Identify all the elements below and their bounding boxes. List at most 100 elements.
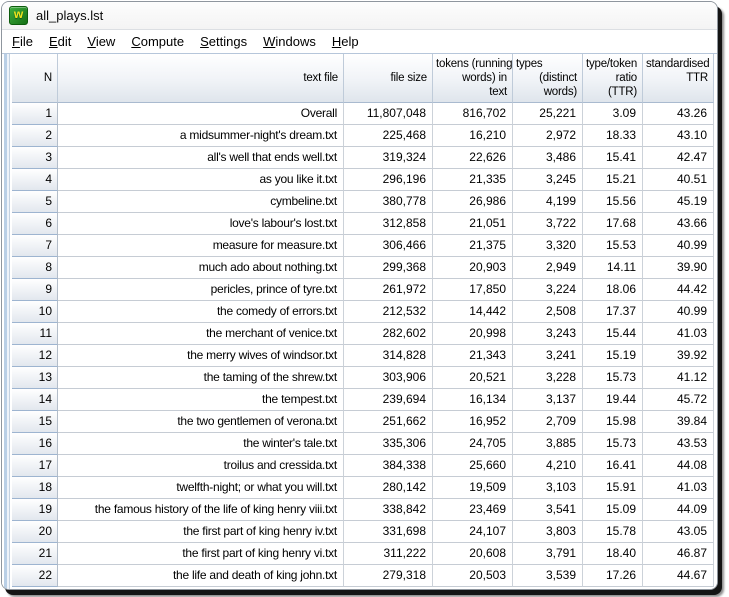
cell-types[interactable]: 3,885: [513, 433, 583, 455]
cell-text_file[interactable]: the first part of king henry vi.txt: [58, 543, 344, 565]
menu-compute[interactable]: Compute: [123, 31, 192, 52]
cell-file_size[interactable]: 335,306: [344, 433, 433, 455]
cell-text_file[interactable]: all's well that ends well.txt: [58, 147, 344, 169]
row-number-cell[interactable]: 9: [12, 279, 58, 301]
row-number-cell[interactable]: 4: [12, 169, 58, 191]
column-header-types[interactable]: types(distinctwords): [513, 54, 583, 103]
column-header-sttr[interactable]: standardisedTTR: [643, 54, 714, 103]
cell-text_file[interactable]: cymbeline.txt: [58, 191, 344, 213]
cell-sttr[interactable]: 39.92: [643, 345, 714, 367]
cell-ttr[interactable]: 15.41: [583, 147, 643, 169]
cell-ttr[interactable]: 19.44: [583, 389, 643, 411]
cell-ttr[interactable]: 16.41: [583, 455, 643, 477]
row-number-cell[interactable]: 1: [12, 103, 58, 125]
cell-ttr[interactable]: 15.53: [583, 235, 643, 257]
cell-types[interactable]: 3,539: [513, 565, 583, 587]
cell-tokens[interactable]: 21,375: [433, 235, 513, 257]
cell-ttr[interactable]: 3.09: [583, 103, 643, 125]
row-number-cell[interactable]: 5: [12, 191, 58, 213]
cell-text_file[interactable]: Overall: [58, 103, 344, 125]
cell-ttr[interactable]: 15.78: [583, 521, 643, 543]
cell-tokens[interactable]: 21,343: [433, 345, 513, 367]
cell-types[interactable]: 3,486: [513, 147, 583, 169]
cell-types[interactable]: 3,722: [513, 213, 583, 235]
cell-types[interactable]: 2,972: [513, 125, 583, 147]
menu-file[interactable]: File: [4, 31, 41, 52]
cell-tokens[interactable]: 26,986: [433, 191, 513, 213]
row-number-cell[interactable]: 7: [12, 235, 58, 257]
cell-types[interactable]: 4,199: [513, 191, 583, 213]
row-number-cell[interactable]: 20: [12, 521, 58, 543]
cell-text_file[interactable]: as you like it.txt: [58, 169, 344, 191]
cell-text_file[interactable]: the two gentlemen of verona.txt: [58, 411, 344, 433]
cell-tokens[interactable]: 25,660: [433, 455, 513, 477]
column-header-text_file[interactable]: text file: [58, 54, 344, 103]
cell-tokens[interactable]: 16,952: [433, 411, 513, 433]
menu-view[interactable]: View: [79, 31, 123, 52]
row-number-cell[interactable]: 16: [12, 433, 58, 455]
cell-text_file[interactable]: the famous history of the life of king h…: [58, 499, 344, 521]
row-number-cell[interactable]: 11: [12, 323, 58, 345]
cell-sttr[interactable]: 46.87: [643, 543, 714, 565]
cell-file_size[interactable]: 312,858: [344, 213, 433, 235]
cell-types[interactable]: 25,221: [513, 103, 583, 125]
column-header-ttr[interactable]: type/tokenratio(TTR): [583, 54, 643, 103]
cell-tokens[interactable]: 17,850: [433, 279, 513, 301]
cell-text_file[interactable]: the first part of king henry iv.txt: [58, 521, 344, 543]
cell-file_size[interactable]: 296,196: [344, 169, 433, 191]
row-number-cell[interactable]: 21: [12, 543, 58, 565]
cell-text_file[interactable]: a midsummer-night's dream.txt: [58, 125, 344, 147]
cell-sttr[interactable]: 44.08: [643, 455, 714, 477]
menu-edit[interactable]: Edit: [41, 31, 79, 52]
cell-file_size[interactable]: 384,338: [344, 455, 433, 477]
cell-file_size[interactable]: 338,842: [344, 499, 433, 521]
cell-types[interactable]: 3,103: [513, 477, 583, 499]
cell-tokens[interactable]: 21,051: [433, 213, 513, 235]
cell-types[interactable]: 3,791: [513, 543, 583, 565]
cell-tokens[interactable]: 21,335: [433, 169, 513, 191]
cell-file_size[interactable]: 239,694: [344, 389, 433, 411]
cell-file_size[interactable]: 306,466: [344, 235, 433, 257]
cell-file_size[interactable]: 303,906: [344, 367, 433, 389]
cell-file_size[interactable]: 251,662: [344, 411, 433, 433]
cell-tokens[interactable]: 24,705: [433, 433, 513, 455]
cell-ttr[interactable]: 15.73: [583, 433, 643, 455]
cell-types[interactable]: 3,245: [513, 169, 583, 191]
column-header-tokens[interactable]: tokens (runningwords) intext: [433, 54, 513, 103]
cell-ttr[interactable]: 15.73: [583, 367, 643, 389]
cell-file_size[interactable]: 319,324: [344, 147, 433, 169]
cell-file_size[interactable]: 299,368: [344, 257, 433, 279]
cell-file_size[interactable]: 314,828: [344, 345, 433, 367]
cell-text_file[interactable]: the merchant of venice.txt: [58, 323, 344, 345]
column-header-n[interactable]: N: [12, 54, 58, 103]
wordsmith-app-icon[interactable]: w: [9, 6, 28, 25]
cell-tokens[interactable]: 20,503: [433, 565, 513, 587]
cell-ttr[interactable]: 18.33: [583, 125, 643, 147]
cell-ttr[interactable]: 15.19: [583, 345, 643, 367]
cell-tokens[interactable]: 19,509: [433, 477, 513, 499]
cell-file_size[interactable]: 261,972: [344, 279, 433, 301]
cell-ttr[interactable]: 17.37: [583, 301, 643, 323]
row-number-cell[interactable]: 13: [12, 367, 58, 389]
cell-text_file[interactable]: much ado about nothing.txt: [58, 257, 344, 279]
cell-text_file[interactable]: the comedy of errors.txt: [58, 301, 344, 323]
row-number-cell[interactable]: 8: [12, 257, 58, 279]
menu-help[interactable]: Help: [324, 31, 367, 52]
row-number-cell[interactable]: 6: [12, 213, 58, 235]
cell-sttr[interactable]: 39.90: [643, 257, 714, 279]
cell-file_size[interactable]: 280,142: [344, 477, 433, 499]
cell-sttr[interactable]: 40.99: [643, 235, 714, 257]
cell-tokens[interactable]: 20,521: [433, 367, 513, 389]
cell-text_file[interactable]: the winter's tale.txt: [58, 433, 344, 455]
cell-sttr[interactable]: 39.84: [643, 411, 714, 433]
cell-tokens[interactable]: 22,626: [433, 147, 513, 169]
cell-file_size[interactable]: 282,602: [344, 323, 433, 345]
cell-tokens[interactable]: 16,134: [433, 389, 513, 411]
cell-types[interactable]: 2,949: [513, 257, 583, 279]
cell-file_size[interactable]: 279,318: [344, 565, 433, 587]
cell-types[interactable]: 4,210: [513, 455, 583, 477]
cell-file_size[interactable]: 225,468: [344, 125, 433, 147]
cell-sttr[interactable]: 43.66: [643, 213, 714, 235]
cell-types[interactable]: 3,228: [513, 367, 583, 389]
menu-windows[interactable]: Windows: [255, 31, 324, 52]
